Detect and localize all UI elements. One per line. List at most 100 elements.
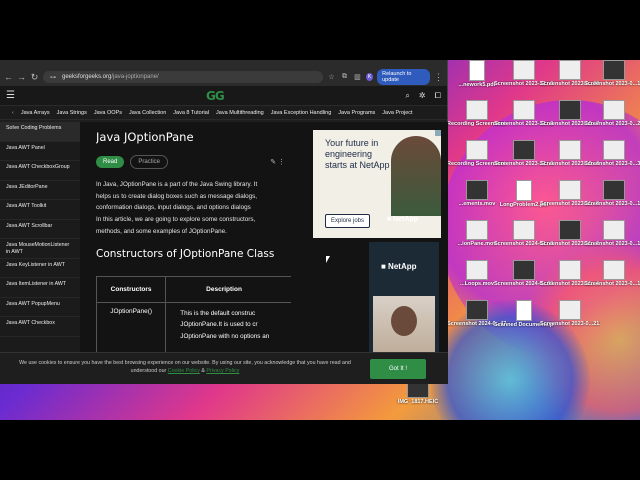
article-line: In Java, JOptionPane is a part of the Ja…: [96, 181, 258, 188]
sidebar-item[interactable]: Java AWT Panel: [0, 142, 80, 161]
bookmark-star-icon[interactable]: ☆: [327, 73, 336, 81]
cookie-policy-link[interactable]: Cookie Policy: [168, 368, 200, 374]
desktop-file-label: Screenshot 2023-0...38.43 PM: [584, 161, 640, 167]
header-actions: ⌕ ✲ ⧠: [405, 91, 441, 101]
ad-brand: ■ NetApp: [387, 216, 419, 223]
desktop-file-label: Screenshot 2023-0...17.11 PM: [584, 81, 640, 87]
ad-face: [391, 306, 417, 336]
url-host: geeksforgeeks.org: [61, 74, 112, 80]
address-bar: ← → ↻ ⊶ geeksforgeeks.org/java-joptionpa…: [0, 68, 447, 86]
menu-kebab-icon[interactable]: ⋮: [434, 72, 443, 83]
forward-icon[interactable]: →: [17, 72, 26, 82]
topic-nav-item[interactable]: Java Exception Handling: [271, 110, 332, 116]
file-thumbnail-icon: [603, 60, 625, 80]
edit-icon[interactable]: ✎ ⋮: [270, 158, 285, 166]
file-thumbnail-icon: [559, 180, 581, 200]
desktop-file-icon[interactable]: Screenshot 2023-0...21.42 PM: [540, 300, 600, 327]
practice-tab[interactable]: Practice: [130, 155, 169, 169]
hamburger-icon[interactable]: ☰: [6, 90, 15, 101]
site-info-icon[interactable]: ⊶: [48, 74, 58, 81]
table-cell: JOptionPane(): [97, 302, 167, 355]
sidebar-item[interactable]: Java AWT Checkbox: [0, 317, 80, 337]
ad-headline: Your future in engineering starts at Net…: [325, 138, 390, 170]
privacy-policy-link[interactable]: Privacy Policy: [206, 368, 239, 374]
article: Java JOptionPane Read Practice ✎ ⋮ In Ja…: [96, 122, 291, 382]
desktop-file-label: Screenshot 2023-0...21.42 PM: [540, 321, 600, 327]
ad-column: Your future in engineering starts at Net…: [311, 122, 441, 382]
adchoices-icon[interactable]: [435, 130, 441, 136]
table-desc-line: This is the default construc: [180, 309, 256, 317]
sidebar-item[interactable]: Java AWT Toolkit: [0, 200, 80, 220]
sidebar-item[interactable]: Solve Coding Problems: [0, 122, 80, 142]
desktop-file-icon[interactable]: Screenshot 2023-0...24.53 PM: [584, 100, 640, 127]
cookie-text: We use cookies to ensure you have the be…: [10, 359, 360, 375]
file-thumbnail-icon: [513, 260, 535, 280]
reload-icon[interactable]: ↻: [30, 72, 39, 83]
got-it-button[interactable]: Got It !: [370, 359, 426, 379]
sidebar-item[interactable]: Java MouseMotionListener in AWT: [0, 239, 80, 259]
topic-nav-item[interactable]: Java 8 Tutorial: [173, 110, 209, 116]
article-body: In Java, JOptionPane is a part of the Ja…: [96, 179, 291, 238]
tab-strip: [0, 60, 447, 68]
file-thumbnail-icon: [466, 220, 488, 240]
ad-person-image: [391, 136, 441, 216]
file-thumbnail-icon: [513, 60, 535, 80]
desktop-file-icon[interactable]: Screenshot 2023-0...13.14 PM: [584, 260, 640, 287]
sidebar-item[interactable]: Java AWT PopupMenu: [0, 298, 80, 317]
url-input[interactable]: ⊶ geeksforgeeks.org/java-joptionpane/: [42, 71, 323, 83]
file-thumbnail-icon: [513, 100, 535, 120]
profile-avatar[interactable]: K: [365, 73, 374, 81]
topic-nav-left-icon[interactable]: ‹: [12, 110, 14, 116]
relaunch-button[interactable]: Relaunch to update: [377, 69, 430, 85]
desktop-file-icon[interactable]: Screenshot 2023-0...17.11 PM: [584, 60, 640, 87]
netapp-ad-banner[interactable]: Your future in engineering starts at Net…: [313, 130, 441, 238]
file-thumbnail-icon: [516, 300, 532, 321]
desktop-file-label: Screenshot 2023-0...11.04 PM: [584, 241, 640, 247]
desktop-file-icon[interactable]: Screenshot 2023-0...10.49 PM: [584, 180, 640, 207]
sidebar: Solve Coding Problems Java AWT Panel Java …: [0, 122, 80, 382]
file-thumbnail-icon: [466, 140, 488, 160]
topic-nav-item[interactable]: Java Programs: [338, 110, 375, 116]
notifications-icon[interactable]: ⧠: [435, 91, 441, 101]
topic-nav-item[interactable]: Java Arrays: [21, 110, 50, 116]
sidebar-item[interactable]: Java AWT CheckboxGroup: [0, 161, 80, 181]
file-thumbnail-icon: [603, 140, 625, 160]
topic-nav: ‹ Java Arrays Java Strings Java OOPs Java C…: [0, 106, 447, 120]
desktop-file-label: Screenshot 2023-0...10.49 PM: [584, 201, 640, 207]
file-thumbnail-icon: [603, 100, 625, 120]
sidebar-item[interactable]: Java ItemListener in AWT: [0, 278, 80, 298]
file-thumbnail-icon: [466, 100, 488, 120]
article-line: methods, and some examples of JOptionPan…: [96, 227, 227, 235]
explore-jobs-button[interactable]: Explore jobs: [325, 214, 371, 228]
read-tab[interactable]: Read: [96, 156, 125, 168]
file-thumbnail-icon: [559, 260, 581, 280]
search-icon[interactable]: ⌕: [405, 91, 409, 101]
file-thumbnail-icon: [603, 260, 625, 280]
site-logo[interactable]: GG: [206, 89, 225, 103]
table-header-cell: Constructors: [97, 276, 167, 303]
topic-nav-item[interactable]: Java Project: [382, 110, 412, 116]
file-thumbnail-icon: [466, 180, 488, 200]
topic-nav-item[interactable]: Java Strings: [57, 110, 87, 116]
desktop-file-label: IMG_1817.HEIC: [397, 399, 439, 405]
table-header-row: Constructors Description: [97, 276, 291, 303]
sidebar-item[interactable]: Java KeyListener in AWT: [0, 259, 80, 278]
sidebar-item[interactable]: Java JEditorPane: [0, 181, 80, 200]
file-thumbnail-icon: [603, 220, 625, 240]
table-desc-line: JOptionPane.It is used to cr: [180, 321, 258, 329]
desktop-file-icon[interactable]: Screenshot 2023-0...11.04 PM: [584, 220, 640, 247]
desktop-file-icon[interactable]: Screenshot 2023-0...38.43 PM: [584, 140, 640, 167]
topic-nav-item[interactable]: Java Collection: [129, 110, 166, 116]
site-header: ☰ GG ⌕ ✲ ⧠: [0, 86, 447, 106]
back-icon[interactable]: ←: [4, 72, 13, 82]
sidebar-item[interactable]: Java AWT Scrollbar: [0, 220, 80, 239]
url-text: geeksforgeeks.org/java-joptionpane/: [62, 74, 159, 80]
table-row: JOptionPane() This is the default constr…: [97, 302, 291, 355]
sidepanel-icon[interactable]: ▥: [353, 73, 362, 81]
desktop: ...nework5.pdfScreenshot 2023-12...0.36 …: [0, 60, 640, 420]
topic-nav-item[interactable]: Java OOPs: [94, 110, 122, 116]
file-thumbnail-icon: [513, 220, 535, 240]
theme-toggle-icon[interactable]: ✲: [419, 91, 426, 101]
extensions-icon[interactable]: ⧉: [340, 73, 349, 81]
topic-nav-item[interactable]: Java Multithreading: [216, 110, 264, 116]
